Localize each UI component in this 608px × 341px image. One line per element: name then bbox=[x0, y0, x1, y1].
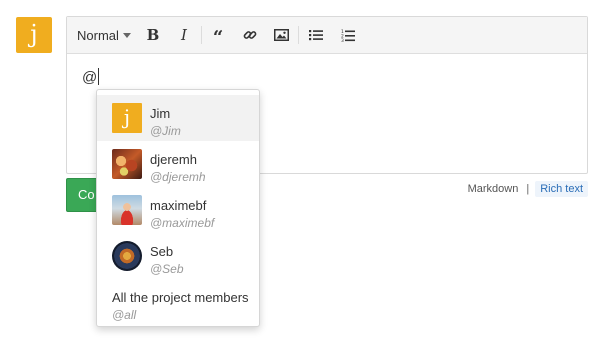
mention-name: Jim bbox=[150, 106, 171, 121]
image-icon bbox=[273, 29, 289, 41]
mode-divider: | bbox=[526, 183, 530, 195]
avatar: j bbox=[112, 103, 142, 133]
comment-submit-button[interactable]: Co bbox=[66, 178, 98, 212]
bullet-list-icon bbox=[309, 30, 323, 41]
chevron-down-icon bbox=[122, 32, 131, 38]
mention-name: djeremh bbox=[150, 152, 197, 167]
mention-item-jim[interactable]: j Jim @Jim bbox=[97, 95, 259, 141]
mention-item-seb[interactable]: Seb @Seb bbox=[97, 233, 259, 279]
avatar bbox=[112, 241, 142, 271]
mention-handle: @Seb bbox=[150, 262, 184, 276]
mention-dropdown: j Jim @Jim djeremh @djeremh maximebf @ma… bbox=[96, 89, 260, 327]
markdown-mode-link[interactable]: Markdown bbox=[468, 183, 527, 195]
mention-item-all[interactable]: All the project members @all bbox=[97, 279, 259, 325]
format-select[interactable]: Normal bbox=[77, 24, 133, 46]
link-icon bbox=[243, 31, 257, 39]
toolbar-divider bbox=[298, 26, 299, 44]
editor-text: @ bbox=[82, 69, 98, 86]
editor-toolbar: Normal B I “ 1 2 3 bbox=[67, 17, 587, 54]
mention-name: All the project members bbox=[112, 290, 249, 305]
mention-item-djeremh[interactable]: djeremh @djeremh bbox=[97, 141, 259, 187]
mention-item-maximebf[interactable]: maximebf @maximebf bbox=[97, 187, 259, 233]
numbered-list-icon: 1 2 3 bbox=[341, 29, 355, 42]
quote-button[interactable]: “ bbox=[209, 24, 227, 47]
format-select-label: Normal bbox=[77, 27, 119, 43]
rich-text-mode-link[interactable]: Rich text bbox=[535, 181, 588, 197]
current-user-avatar: j bbox=[16, 17, 52, 53]
mention-handle: @all bbox=[112, 308, 137, 322]
mention-name: Seb bbox=[150, 244, 174, 259]
mention-handle: @djeremh bbox=[150, 170, 206, 184]
mention-name: maximebf bbox=[150, 198, 207, 213]
italic-button[interactable]: I bbox=[175, 24, 193, 46]
toolbar-divider bbox=[201, 26, 202, 44]
numbered-list-button[interactable]: 1 2 3 bbox=[339, 24, 357, 46]
avatar bbox=[112, 149, 142, 179]
svg-text:3: 3 bbox=[341, 38, 344, 42]
avatar bbox=[112, 195, 142, 225]
mention-handle: @maximebf bbox=[150, 216, 215, 230]
bullet-list-button[interactable] bbox=[307, 24, 325, 46]
editor-mode-switch: Markdown | Rich text bbox=[468, 180, 588, 198]
image-button[interactable] bbox=[272, 24, 290, 46]
link-button[interactable] bbox=[241, 24, 259, 46]
bold-button[interactable]: B bbox=[144, 24, 162, 46]
text-cursor bbox=[98, 68, 100, 85]
mention-handle: @Jim bbox=[150, 124, 181, 138]
